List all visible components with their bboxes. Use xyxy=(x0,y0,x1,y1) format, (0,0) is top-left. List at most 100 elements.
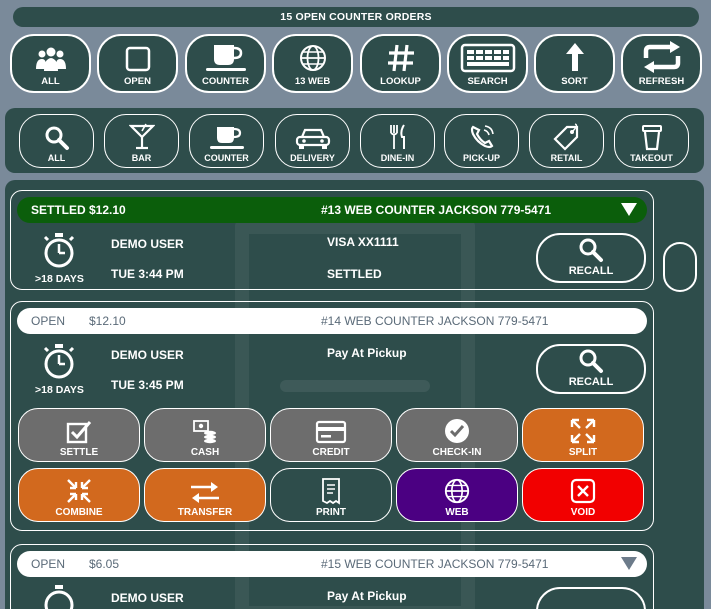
filter-retail-button[interactable]: RETAIL xyxy=(529,114,604,168)
print-label: PRINT xyxy=(316,507,346,518)
order-header[interactable]: SETTLED $12.10 #13 WEB COUNTER JACKSON 7… xyxy=(17,197,647,223)
order-payment: Pay At Pickup xyxy=(327,589,407,603)
open-button[interactable]: OPEN xyxy=(97,34,178,93)
combine-label: COMBINE xyxy=(55,507,103,518)
square-icon xyxy=(125,46,150,72)
hash-icon xyxy=(387,44,414,72)
coffee-cup-icon xyxy=(209,127,244,149)
tag-icon xyxy=(552,123,578,151)
order-card-15: OPEN $6.05 #15 WEB COUNTER JACKSON 779-5… xyxy=(10,544,654,609)
order-user: DEMO USER xyxy=(111,591,184,605)
search-button[interactable]: SEARCH xyxy=(447,34,528,93)
order-status: OPEN xyxy=(31,557,66,571)
counter-button[interactable]: COUNTER xyxy=(185,34,266,93)
filter-delivery-button[interactable]: DELIVERY xyxy=(275,114,350,168)
cash-button[interactable]: CASH xyxy=(144,408,266,462)
filter-panel: ALL BAR COUNTER DELIVERY DINE-IN PICK-UP… xyxy=(5,108,704,173)
check-circle-icon xyxy=(445,419,469,443)
filter-bar-button[interactable]: BAR xyxy=(104,114,179,168)
credit-label: CREDIT xyxy=(312,447,350,458)
people-icon xyxy=(35,47,66,71)
search-button-label: SEARCH xyxy=(467,76,508,87)
void-button[interactable]: VOID xyxy=(522,468,644,522)
web-action-button[interactable]: WEB xyxy=(396,468,518,522)
stopwatch-icon xyxy=(43,344,75,379)
top-toolbar: ALL OPEN COUNTER 13 WEB LOOKUP SEARCH SO… xyxy=(10,34,702,94)
transfer-button[interactable]: TRANSFER xyxy=(144,468,266,522)
sort-button-label: SORT xyxy=(561,76,588,87)
orders-list[interactable]: SETTLED $12.10 #13 WEB COUNTER JACKSON 7… xyxy=(5,180,704,609)
car-icon xyxy=(295,128,330,149)
cash-label: CASH xyxy=(190,447,220,458)
combine-button[interactable]: COMBINE xyxy=(18,468,140,522)
settle-label: SETTLE xyxy=(59,447,99,458)
coffee-cup-icon xyxy=(205,45,246,71)
filter-dine-in-button[interactable]: DINE-IN xyxy=(360,114,435,168)
chevron-down-icon[interactable] xyxy=(621,203,637,216)
order-title: #15 WEB COUNTER JACKSON 779-5471 xyxy=(321,557,549,571)
void-label: VOID xyxy=(570,507,596,518)
credit-card-icon xyxy=(315,420,347,444)
order-amount: $12.10 xyxy=(89,314,126,328)
chevron-down-icon[interactable] xyxy=(621,557,637,570)
counter-button-label: COUNTER xyxy=(202,76,249,87)
web-button[interactable]: 13 WEB xyxy=(272,34,353,93)
filter-takeout-button[interactable]: TAKEOUT xyxy=(614,114,689,168)
magnifier-icon xyxy=(45,126,69,150)
keyboard-icon xyxy=(460,43,515,73)
recall-button[interactable]: RECALL xyxy=(536,344,646,394)
phone-icon xyxy=(470,125,494,149)
transfer-label: TRANSFER xyxy=(177,507,233,518)
recall-button[interactable] xyxy=(536,587,646,609)
lookup-button[interactable]: LOOKUP xyxy=(360,34,441,93)
stopwatch-icon xyxy=(43,233,75,268)
order-payment-status: SETTLED xyxy=(327,267,382,281)
credit-button[interactable]: CREDIT xyxy=(270,408,392,462)
filter-all-button[interactable]: ALL xyxy=(19,114,94,168)
magnifier-icon xyxy=(579,349,603,373)
filter-pick-up-button[interactable]: PICK-UP xyxy=(444,114,519,168)
stopwatch-icon xyxy=(44,585,74,609)
check-in-button[interactable]: CHECK-IN xyxy=(396,408,518,462)
order-card-13: SETTLED $12.10 #13 WEB COUNTER JACKSON 7… xyxy=(10,190,654,290)
scrollbar-handle[interactable] xyxy=(663,242,697,292)
order-user: DEMO USER xyxy=(111,348,184,362)
web-action-label: WEB xyxy=(445,507,469,518)
order-status: OPEN xyxy=(31,314,66,328)
arrow-up-icon xyxy=(565,43,584,71)
takeout-cup-icon xyxy=(641,125,662,151)
settle-button[interactable]: SETTLE xyxy=(18,408,140,462)
split-button[interactable]: SPLIT xyxy=(522,408,644,462)
order-title: #14 WEB COUNTER JACKSON 779-5471 xyxy=(321,314,549,328)
open-button-label: OPEN xyxy=(124,76,151,87)
check-in-label: CHECK-IN xyxy=(432,447,482,458)
order-card-14: OPEN $12.10 #14 WEB COUNTER JACKSON 779-… xyxy=(10,301,654,531)
order-time: TUE 3:45 PM xyxy=(111,378,184,392)
order-header[interactable]: OPEN $6.05 #15 WEB COUNTER JACKSON 779-5… xyxy=(17,551,647,577)
filter-all-label: ALL xyxy=(47,153,66,163)
split-label: SPLIT xyxy=(568,447,598,458)
order-amount: $6.05 xyxy=(89,557,120,571)
lookup-button-label: LOOKUP xyxy=(380,76,421,87)
all-button[interactable]: ALL xyxy=(10,34,91,93)
checkbox-icon xyxy=(66,421,92,444)
filter-counter-button[interactable]: COUNTER xyxy=(189,114,264,168)
refresh-icon xyxy=(643,41,680,73)
sort-button[interactable]: SORT xyxy=(534,34,615,93)
recall-button[interactable]: RECALL xyxy=(536,233,646,283)
order-payment: VISA XX1111 xyxy=(327,235,399,249)
order-user: DEMO USER xyxy=(111,237,184,251)
page-title: 15 OPEN COUNTER ORDERS xyxy=(13,7,699,27)
refresh-button[interactable]: REFRESH xyxy=(621,34,702,93)
filter-bar-label: BAR xyxy=(131,153,152,163)
order-header[interactable]: OPEN $12.10 #14 WEB COUNTER JACKSON 779-… xyxy=(17,308,647,334)
recall-button-label: RECALL xyxy=(568,376,614,388)
print-button[interactable]: PRINT xyxy=(270,468,392,522)
refresh-button-label: REFRESH xyxy=(638,76,685,87)
recall-button-label: RECALL xyxy=(568,265,614,277)
cash-icon xyxy=(193,420,216,444)
filter-delivery-label: DELIVERY xyxy=(290,153,335,163)
magnifier-icon xyxy=(579,238,603,262)
order-time: TUE 3:44 PM xyxy=(111,267,184,281)
order-amount: $12.10 xyxy=(89,203,126,217)
